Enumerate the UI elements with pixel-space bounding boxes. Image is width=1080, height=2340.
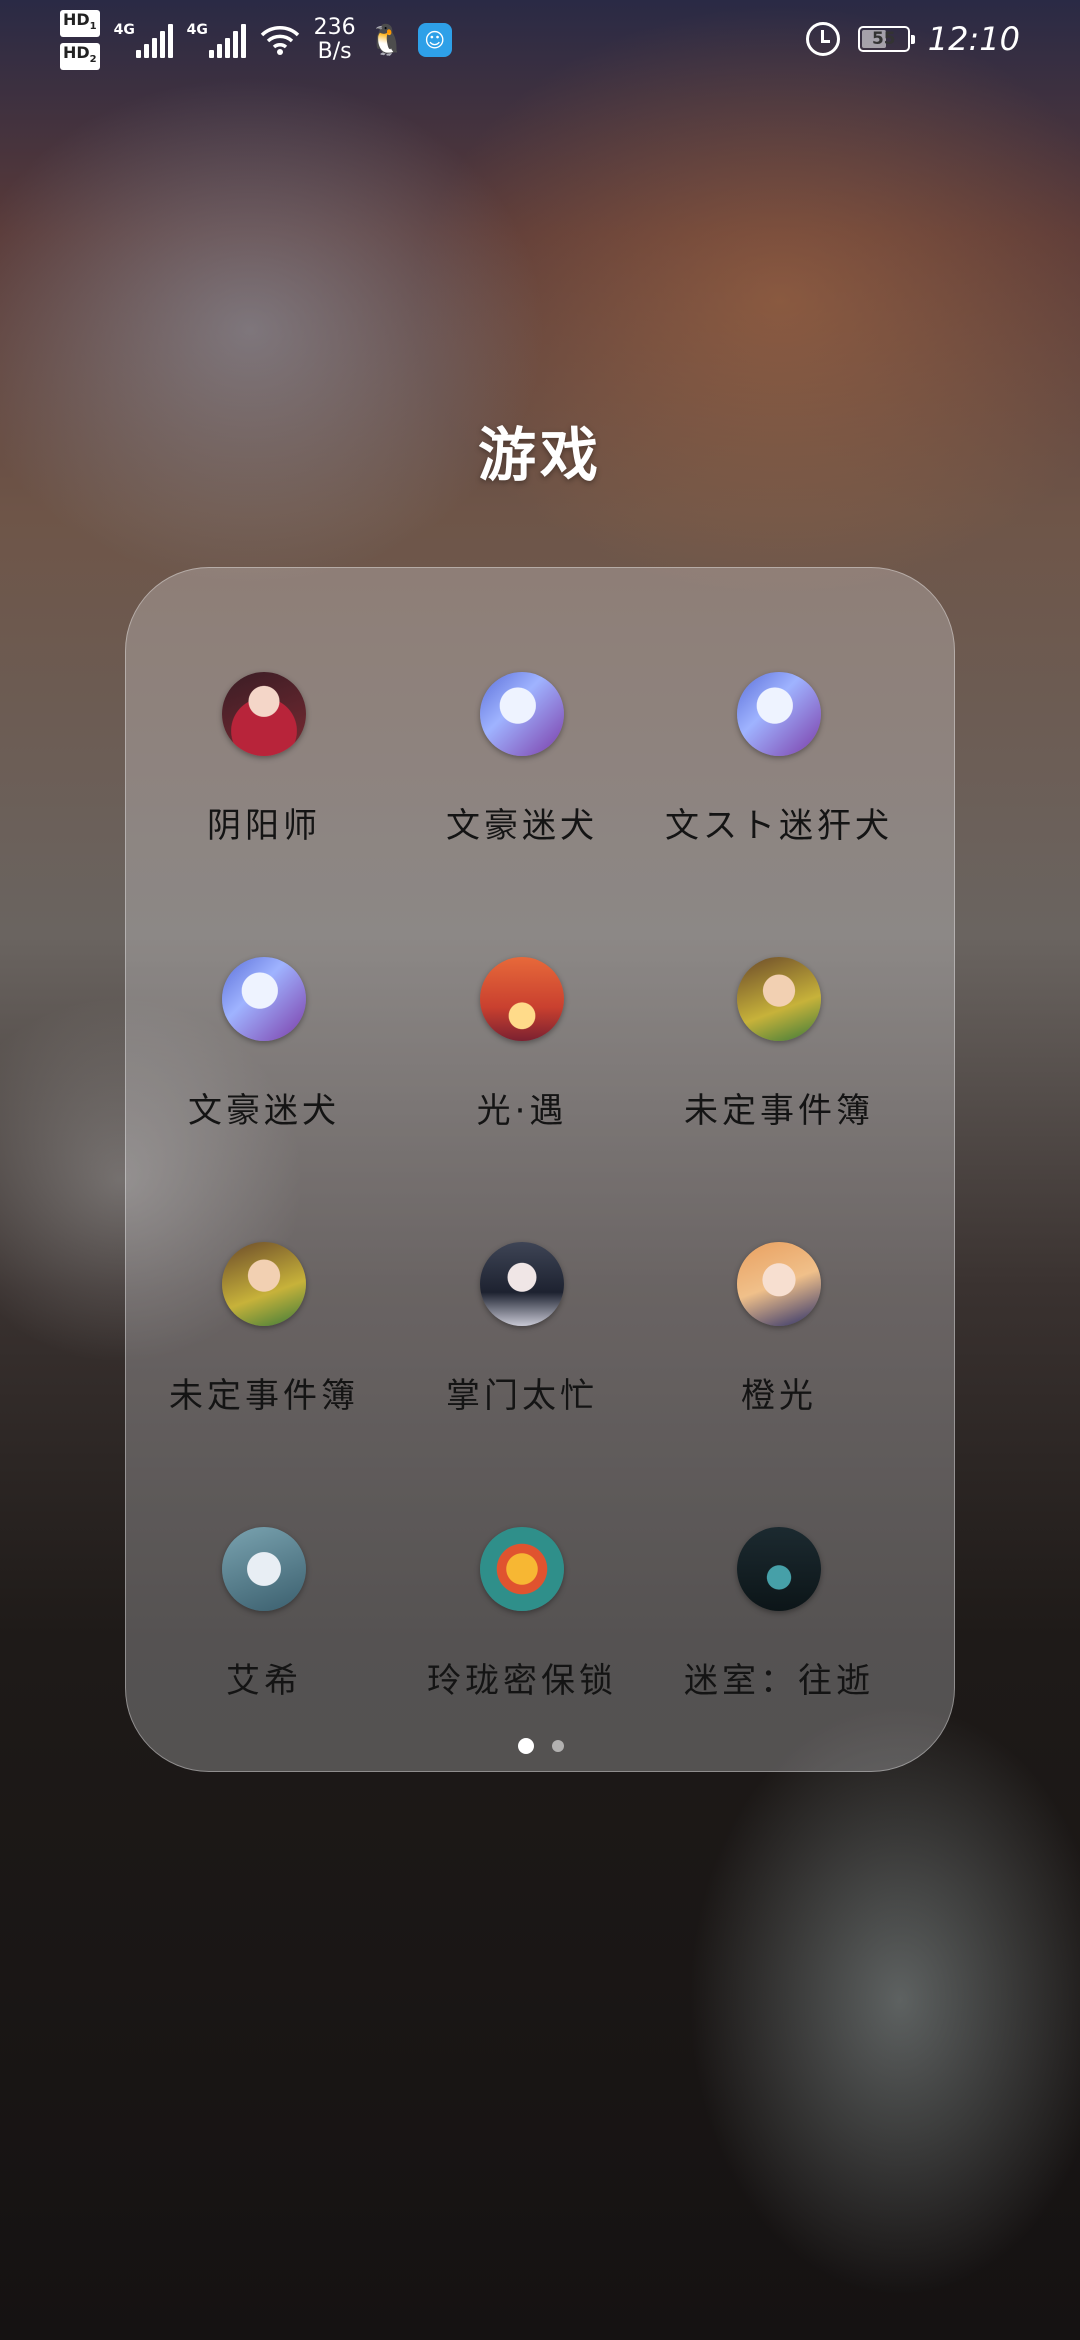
app-label[interactable]: 橙光 (641, 1368, 917, 1417)
signal-icon-sim1: 4G (114, 22, 173, 58)
app-label[interactable]: 未定事件簿 (641, 1083, 917, 1132)
page-dot[interactable] (552, 1739, 564, 1752)
clock: 12:10 (927, 20, 1020, 58)
app-notification-icon: ☺ (417, 23, 452, 57)
app-shortcut[interactable]: 橙光 (641, 1138, 917, 1416)
tears-of-themis-icon[interactable] (222, 1242, 306, 1326)
folder-title[interactable]: 游戏 (0, 408, 1080, 492)
app-shortcut[interactable]: 光·遇 (384, 853, 660, 1131)
sim1-hd-badge: HD1 (60, 9, 100, 37)
app-label[interactable]: 文豪迷犬 (384, 798, 660, 847)
sim2-hd-badge: HD2 (60, 43, 100, 71)
app-label[interactable]: 阴阳师 (126, 798, 402, 847)
onmyoji-icon[interactable] (222, 672, 306, 756)
app-shortcut[interactable]: 文豪迷犬 (126, 853, 402, 1131)
network-type-1: 4G (113, 22, 135, 38)
qq-notification-icon: 🐧 (367, 22, 406, 58)
icey-icon[interactable] (222, 1527, 306, 1611)
alarm-icon (805, 22, 840, 56)
master-too-busy-icon[interactable] (480, 1242, 564, 1326)
sky-children-of-light-icon[interactable] (480, 957, 564, 1041)
bungo-stray-dogs-jp-icon[interactable] (737, 672, 821, 756)
bungo-stray-dogs-icon[interactable] (222, 957, 306, 1041)
app-shortcut[interactable]: 迷室：往逝 (641, 1423, 917, 1701)
app-shortcut[interactable]: 玲珑密保锁 (384, 1423, 660, 1701)
app-shortcut[interactable]: 文豪迷犬 (384, 568, 660, 846)
chengguang-icon[interactable] (737, 1242, 821, 1326)
app-shortcut[interactable]: 掌门太忙 (384, 1138, 660, 1416)
app-label[interactable]: 文豪迷犬 (126, 1083, 402, 1132)
page-dot[interactable] (518, 1737, 534, 1754)
status-bar: HD1 HD2 4G 4G 236 B/s 🐧 ☺ 55 12:10 (0, 0, 1080, 80)
app-shortcut[interactable]: 文スト迷犴犬 (641, 568, 917, 846)
app-shortcut[interactable]: 艾希 (126, 1423, 402, 1701)
password-lock-icon[interactable] (480, 1527, 564, 1611)
app-label[interactable]: 文スト迷犴犬 (641, 798, 917, 847)
bungo-stray-dogs-icon[interactable] (480, 672, 564, 756)
page-indicator[interactable] (126, 1735, 956, 1755)
app-label[interactable]: 迷室：往逝 (641, 1653, 917, 1702)
app-label[interactable]: 艾希 (126, 1653, 402, 1702)
app-shortcut[interactable]: 未定事件簿 (641, 853, 917, 1131)
app-folder: 阴阳师 文豪迷犬 文スト迷犴犬 文豪迷犬 光·遇 未定事件簿 未定事件簿 掌门太忙 橙光 艾希 玲珑… (125, 567, 955, 1772)
app-shortcut[interactable]: 阴阳师 (126, 568, 402, 846)
app-label[interactable]: 未定事件簿 (126, 1368, 402, 1417)
network-speed: 236 B/s (313, 15, 356, 64)
the-room-old-sins-icon[interactable] (737, 1527, 821, 1611)
network-type-2: 4G (186, 22, 208, 38)
tears-of-themis-icon[interactable] (737, 957, 821, 1041)
battery-icon: 55 (857, 26, 915, 52)
dual-sim-indicator: HD1 HD2 (60, 9, 100, 71)
app-shortcut[interactable]: 未定事件簿 (126, 1138, 402, 1416)
wifi-icon (260, 26, 299, 55)
signal-icon-sim2: 4G (187, 22, 246, 58)
app-label[interactable]: 光·遇 (384, 1083, 660, 1132)
app-label[interactable]: 掌门太忙 (384, 1368, 660, 1417)
app-label[interactable]: 玲珑密保锁 (384, 1653, 660, 1702)
battery-percent: 55 (871, 29, 896, 49)
